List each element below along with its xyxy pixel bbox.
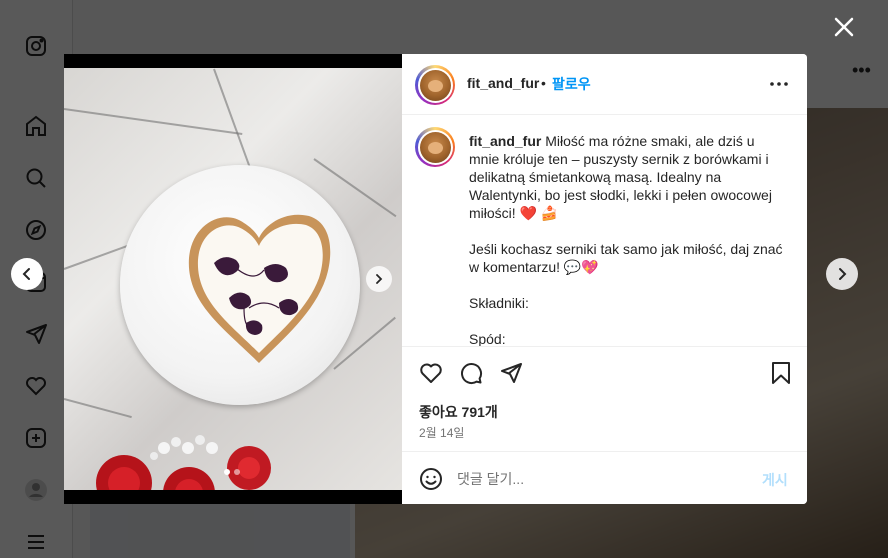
post-caption: fit_and_fur Miłość ma różne smaki, ale d… (469, 132, 787, 347)
post-modal: fit_and_fur • 팔로우 fit_and_fur Miłość ma … (64, 54, 807, 504)
author-username[interactable]: fit_and_fur (467, 75, 539, 91)
carousel-dot (234, 469, 240, 475)
caption-author-avatar[interactable] (415, 127, 455, 167)
previous-post-button[interactable] (11, 258, 43, 290)
emoji-icon[interactable] (418, 466, 444, 492)
post-media (64, 54, 402, 504)
add-comment-bar: 게시 (402, 451, 807, 504)
post-comment-button[interactable]: 게시 (762, 470, 788, 490)
comment-icon[interactable] (458, 360, 484, 386)
next-post-button[interactable] (826, 258, 858, 290)
carousel-next-button[interactable] (366, 266, 392, 292)
comments-section[interactable]: fit_and_fur Miłość ma różne smaki, ale d… (402, 115, 807, 347)
close-button[interactable] (830, 13, 858, 41)
likes-count[interactable]: 좋아요 791개 (419, 402, 498, 422)
caption-username[interactable]: fit_and_fur (469, 133, 541, 149)
author-avatar[interactable] (415, 65, 455, 105)
post-actions (402, 347, 807, 397)
like-icon[interactable] (418, 360, 444, 386)
share-icon[interactable] (498, 360, 524, 386)
save-icon[interactable] (768, 360, 794, 386)
carousel-indicator (224, 469, 240, 475)
post-details-panel: fit_and_fur • 팔로우 fit_and_fur Miłość ma … (402, 54, 807, 504)
post-header: fit_and_fur • 팔로우 (402, 54, 807, 115)
header-separator: • (541, 75, 546, 91)
more-options-icon[interactable] (769, 72, 789, 96)
comment-input[interactable] (457, 465, 737, 493)
post-photo (64, 68, 402, 490)
follow-button[interactable]: 팔로우 (552, 74, 591, 94)
carousel-dot-active (224, 469, 230, 475)
post-date[interactable]: 2월 14일 (419, 424, 464, 441)
caption-text: Miłość ma różne smaki, ale dziś u mnie k… (469, 133, 783, 347)
